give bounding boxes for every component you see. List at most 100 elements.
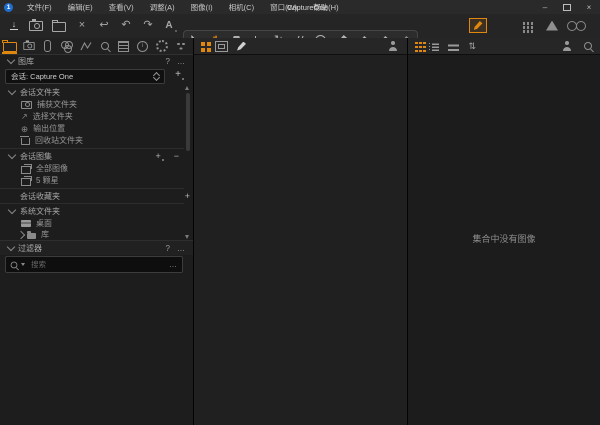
section-session-folders[interactable]: 会话文件夹 [0, 86, 191, 98]
annotations-button[interactable] [237, 38, 246, 54]
section-system-folders[interactable]: 系统文件夹 [0, 205, 191, 217]
capture-one-window: 1 文件(F) 编辑(E) 查看(V) 调整(A) 图像(I) 相机(C) 窗口… [0, 0, 600, 425]
search-scope-caret-icon[interactable] [21, 263, 25, 266]
tree-item-libraries[interactable]: 库 [0, 229, 208, 240]
library-tree: 会话文件夹 捕获文件夹 ↗ 选择文件夹 ⊕ 输出位置 回收站文件夹 [0, 38, 193, 425]
menu-bar: 1 文件(F) 编辑(E) 查看(V) 调整(A) 图像(I) 相机(C) 窗口… [0, 0, 600, 14]
tree-item-trash-folder[interactable]: 回收站文件夹 [0, 135, 203, 146]
empty-collection-message: 集合中没有图像 [408, 232, 600, 245]
filters-help-button[interactable]: ? [166, 244, 170, 253]
rows-view-icon [448, 42, 459, 51]
sort-arrows-icon: ⇅ [469, 42, 477, 51]
undo-button[interactable]: ↶ [116, 16, 136, 35]
folder-icon [27, 233, 36, 239]
text-tool-icon: A [165, 20, 172, 31]
viewer-panel [194, 38, 408, 425]
album-icon [21, 166, 31, 174]
sort-button[interactable]: ⇅ [469, 38, 477, 54]
tree-item-all-images[interactable]: 全部图像 [0, 163, 203, 174]
chevron-down-icon [8, 87, 16, 95]
delete-icon: × [79, 20, 85, 31]
reset-button[interactable]: ↩ [94, 16, 114, 35]
list-view-button[interactable] [429, 38, 440, 54]
divider [0, 203, 184, 204]
tree-item-five-stars[interactable]: 5 颗星 [0, 175, 203, 186]
filters-panel-header: 过滤器 ? … [0, 240, 193, 255]
album-icon [21, 178, 31, 186]
add-album-button[interactable]: + [155, 152, 163, 161]
minimize-button[interactable]: – [534, 0, 556, 14]
tree-item-output-location[interactable]: ⊕ 输出位置 [0, 123, 203, 134]
section-session-albums[interactable]: 会话图集 + − [0, 150, 191, 162]
exposure-warning-button[interactable] [542, 16, 562, 35]
pen-icon [237, 42, 246, 51]
trash-icon [21, 138, 30, 145]
main-toolbar: ↓ × ↩ ↶ ↷ A ↻ [0, 14, 600, 39]
tree-scrollbar[interactable] [184, 86, 191, 239]
browser-panel: ⇅ 集合中没有图像 [408, 38, 600, 425]
menu-camera[interactable]: 相机(C) [221, 0, 262, 14]
search-box: … [5, 256, 183, 273]
desktop-icon [21, 220, 31, 227]
grid-view-button[interactable] [415, 38, 426, 54]
chevron-down-icon[interactable] [7, 243, 15, 251]
edit-pen-box-icon [469, 18, 487, 33]
search-more-button[interactable]: … [169, 260, 177, 269]
tree-item-capture-folder[interactable]: 捕获文件夹 [0, 99, 203, 110]
divider [0, 188, 184, 189]
face-focus-button[interactable] [388, 38, 398, 54]
remove-album-button[interactable]: − [174, 152, 179, 161]
camera-icon [29, 21, 43, 31]
maximize-icon [563, 4, 571, 11]
person-icon [562, 41, 572, 51]
rows-view-button[interactable] [448, 38, 459, 54]
scroll-down-arrow-icon[interactable] [185, 235, 189, 239]
maximize-button[interactable] [556, 0, 578, 14]
scroll-up-arrow-icon[interactable] [185, 86, 189, 90]
search-icon [11, 261, 18, 268]
output-globe-icon: ⊕ [21, 125, 28, 133]
scrollbar-thumb[interactable] [186, 93, 190, 151]
tools-sidebar: i 图库 ? … 会话: Capture One + 会话文件夹 [0, 38, 194, 425]
viewer-header [194, 38, 407, 55]
warning-triangle-icon [546, 21, 558, 31]
import-button[interactable]: ↓ [4, 16, 24, 35]
people-filter-button[interactable] [562, 38, 572, 54]
close-button[interactable]: × [578, 0, 600, 14]
browser-header: ⇅ [408, 38, 600, 55]
viewer-canvas[interactable] [194, 55, 407, 425]
menu-adjustments[interactable]: 调整(A) [142, 0, 183, 14]
primary-view-button[interactable] [215, 38, 228, 54]
person-icon [388, 41, 398, 51]
grid-icon [523, 22, 526, 25]
reset-arrow-icon: ↩ [99, 20, 108, 31]
section-session-favorites[interactable]: 会话收藏夹 + [0, 190, 202, 202]
grid-overlay-button[interactable] [516, 16, 536, 35]
binoculars-icon [567, 21, 586, 31]
proof-view-button[interactable] [566, 16, 586, 35]
tree-item-selects-folder[interactable]: ↗ 选择文件夹 [0, 111, 203, 122]
annotate-button[interactable]: A [159, 16, 179, 35]
window-title: CaptureOne [287, 0, 328, 14]
list-view-icon [429, 42, 440, 51]
app-icon[interactable]: 1 [4, 3, 13, 12]
filters-more-button[interactable]: … [177, 244, 185, 253]
edit-mode-toggle[interactable] [468, 16, 488, 35]
tree-item-desktop[interactable]: 桌面 [0, 218, 203, 229]
multi-view-button[interactable] [201, 38, 213, 54]
open-button[interactable] [49, 16, 69, 35]
menu-file[interactable]: 文件(F) [19, 0, 60, 14]
search-input[interactable] [29, 259, 169, 270]
redo-icon: ↷ [143, 20, 152, 31]
menu-edit[interactable]: 编辑(E) [60, 0, 101, 14]
redo-button[interactable]: ↷ [138, 16, 158, 35]
chevron-down-icon [8, 151, 16, 159]
delete-button[interactable]: × [72, 16, 92, 35]
chevron-down-icon [8, 206, 16, 214]
browser-search-button[interactable] [584, 38, 592, 54]
expand-chevron-icon[interactable] [17, 230, 25, 238]
menu-image[interactable]: 图像(I) [183, 0, 221, 14]
pen-icon [474, 21, 483, 30]
capture-button[interactable] [26, 16, 46, 35]
menu-view[interactable]: 查看(V) [101, 0, 142, 14]
